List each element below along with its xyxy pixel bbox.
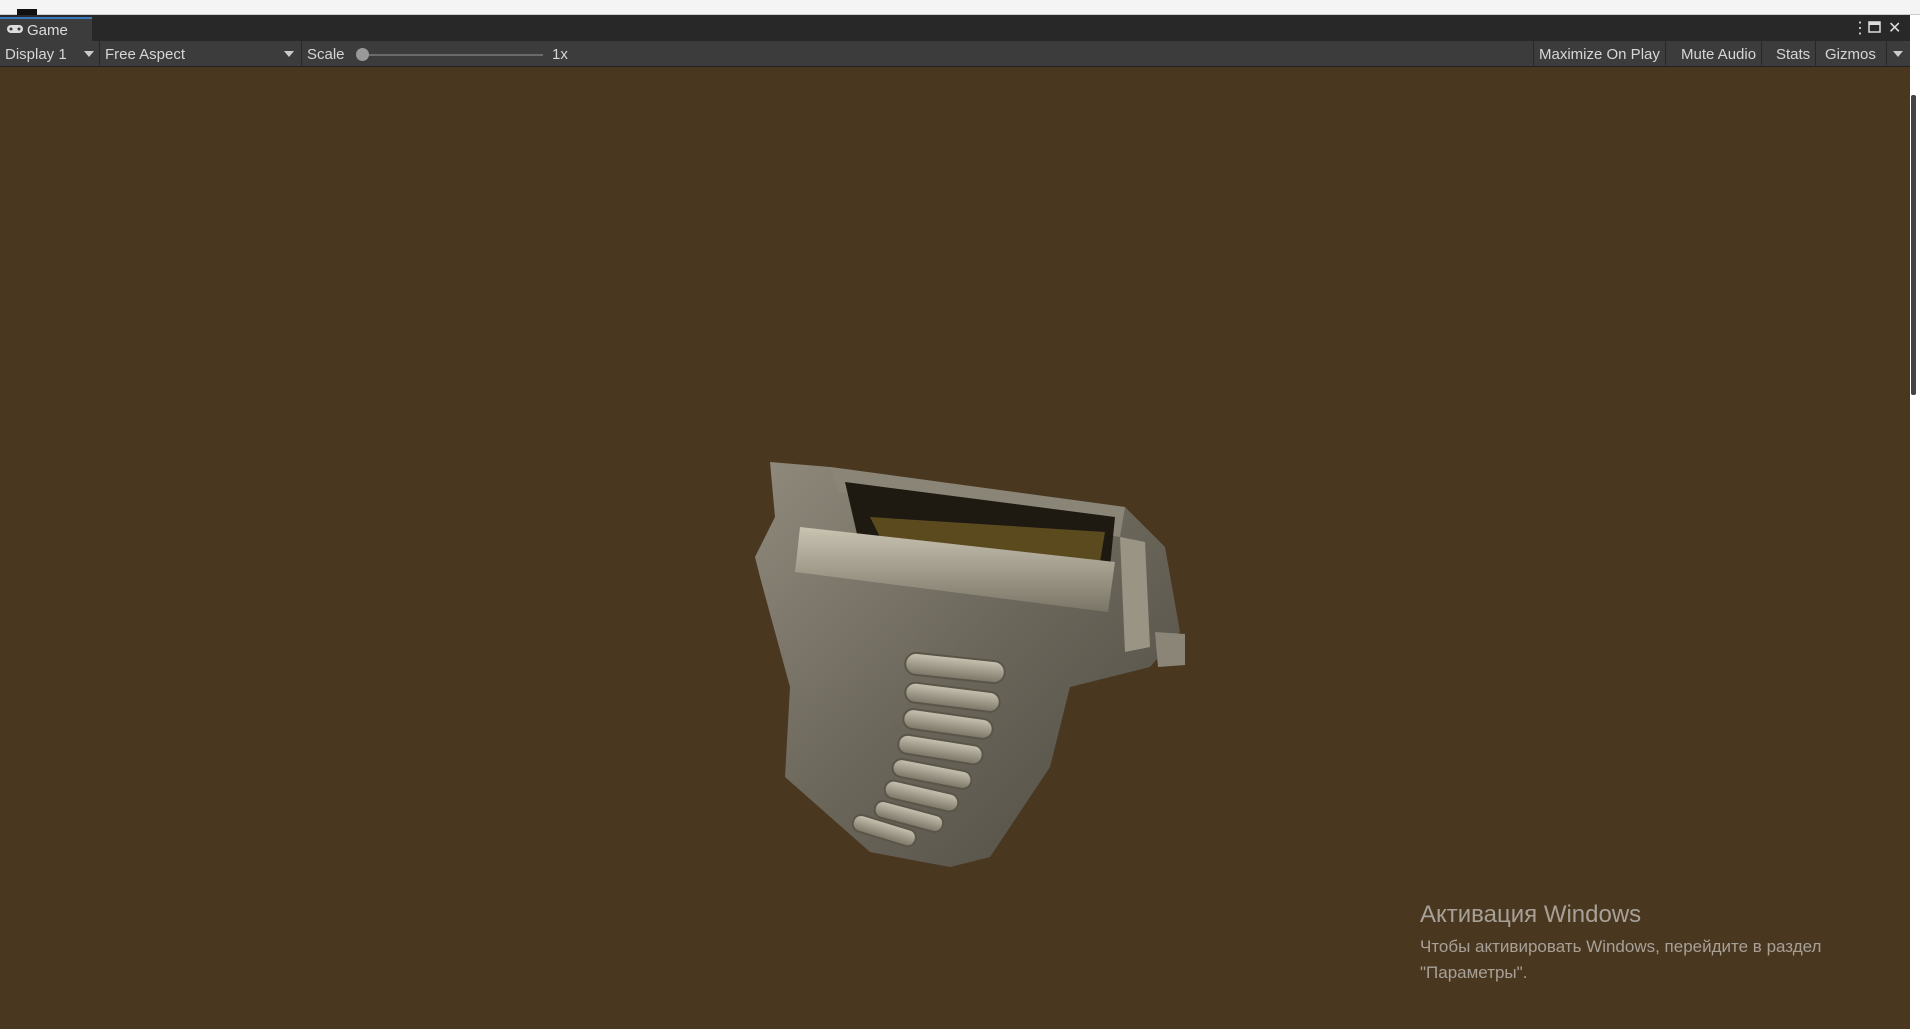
stats-toggle[interactable]: Stats [1771, 41, 1817, 67]
scale-value: 1x [552, 46, 568, 63]
chevron-down-icon [284, 51, 294, 57]
tab-game[interactable]: Game [0, 17, 92, 41]
maximize-icon[interactable] [1868, 20, 1881, 38]
tab-label: Game [27, 21, 68, 39]
aspect-dropdown[interactable]: Free Aspect [100, 41, 302, 67]
maximize-label: Maximize On Play [1539, 45, 1660, 63]
mute-label: Mute Audio [1681, 45, 1757, 63]
gizmos-dropdown[interactable] [1887, 41, 1910, 67]
scale-slider-handle[interactable] [356, 48, 369, 61]
scale-slider[interactable] [360, 54, 543, 56]
magazine-model [755, 462, 1185, 867]
close-icon[interactable]: ✕ [1888, 18, 1901, 38]
game-toolbar: Display 1 Free Aspect Scale 1x Maximize … [0, 41, 1910, 67]
activation-text: Чтобы активировать Windows, перейдите в … [1420, 934, 1821, 986]
maximize-on-play-toggle[interactable]: Maximize On Play [1534, 41, 1666, 67]
gizmos-toggle[interactable]: Gizmos [1820, 41, 1887, 67]
scrollbar[interactable] [1911, 95, 1916, 395]
mute-audio-toggle[interactable]: Mute Audio [1676, 41, 1763, 67]
more-options-icon[interactable]: ⋮ [1852, 18, 1868, 38]
scale-label: Scale [307, 45, 345, 63]
gamepad-icon [6, 22, 24, 39]
top-strip [0, 0, 1920, 15]
game-view[interactable]: Активация Windows Чтобы активировать Win… [0, 67, 1910, 1029]
display-label: Display 1 [5, 45, 67, 63]
chevron-down-icon [1893, 51, 1903, 57]
chevron-down-icon [84, 51, 94, 57]
activation-title: Активация Windows [1420, 901, 1642, 928]
activation-line-1: Чтобы активировать Windows, перейдите в … [1420, 937, 1822, 956]
display-dropdown[interactable]: Display 1 [0, 41, 100, 67]
stats-label: Stats [1776, 45, 1811, 63]
gizmos-label: Gizmos [1825, 45, 1876, 63]
activation-line-2: "Параметры". [1420, 963, 1528, 982]
tab-bar: Game ⋮ ✕ [0, 15, 1910, 41]
aspect-label: Free Aspect [105, 45, 186, 63]
